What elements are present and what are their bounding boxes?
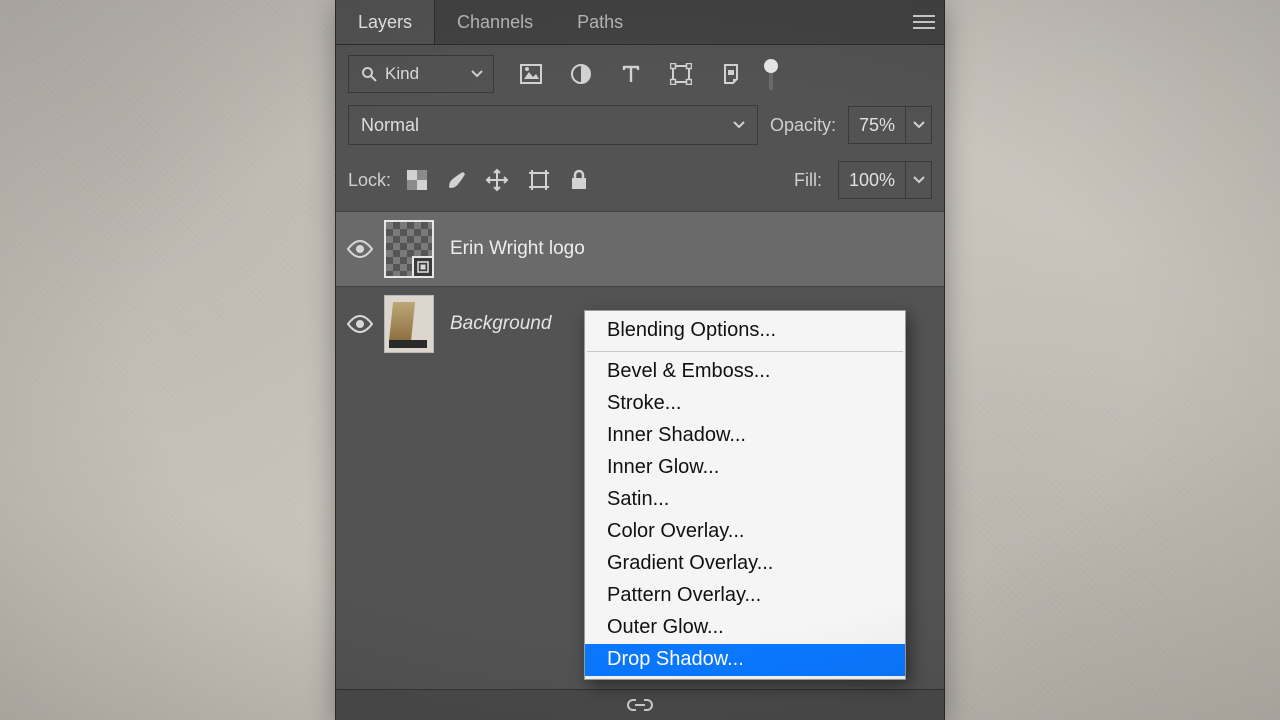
link-layers-icon[interactable] — [626, 697, 654, 713]
menu-item-inner-glow[interactable]: Inner Glow... — [585, 452, 905, 484]
layer-thumbnail[interactable] — [384, 220, 434, 278]
menu-item-satin[interactable]: Satin... — [585, 484, 905, 516]
menu-item-drop-shadow[interactable]: Drop Shadow... — [585, 644, 905, 676]
opacity-label: Opacity: — [770, 115, 836, 136]
filter-type-t-icon[interactable] — [618, 61, 644, 87]
filter-type-icons — [518, 61, 744, 87]
filter-toggle[interactable] — [762, 56, 780, 92]
lock-move-icon[interactable] — [485, 168, 509, 192]
filter-kind-label: Kind — [385, 64, 419, 84]
opacity-dropdown[interactable] — [906, 106, 932, 144]
menu-item-blending-options[interactable]: Blending Options... — [585, 315, 905, 347]
blend-opacity-row: Normal Opacity: 75% — [336, 101, 944, 153]
tab-layers[interactable]: Layers — [336, 0, 435, 44]
fill-dropdown[interactable] — [906, 161, 932, 199]
layer-row-erin-wright-logo[interactable]: Erin Wright logo — [336, 211, 944, 286]
menu-item-bevel-emboss[interactable]: Bevel & Emboss... — [585, 356, 905, 388]
filter-kind-select[interactable]: Kind — [348, 55, 494, 93]
filter-smart-icon[interactable] — [718, 61, 744, 87]
layer-filter-row: Kind — [336, 45, 944, 101]
menu-item-pattern-overlay[interactable]: Pattern Overlay... — [585, 580, 905, 612]
lock-icons — [407, 168, 589, 192]
search-icon — [361, 66, 377, 82]
fill-label: Fill: — [794, 170, 822, 191]
lock-transparency-icon[interactable] — [407, 170, 427, 190]
menu-item-stroke[interactable]: Stroke... — [585, 388, 905, 420]
menu-item-outer-glow[interactable]: Outer Glow... — [585, 612, 905, 644]
layer-style-context-menu[interactable]: Blending Options... Bevel & Emboss... St… — [584, 310, 906, 680]
blend-mode-value: Normal — [361, 115, 419, 136]
menu-separator — [587, 351, 903, 352]
lock-paint-icon[interactable] — [445, 169, 467, 191]
fill-field[interactable]: 100% — [838, 161, 906, 199]
panel-tab-bar: Layers Channels Paths — [336, 0, 944, 45]
panel-menu-icon[interactable] — [904, 0, 944, 44]
visibility-toggle[interactable] — [336, 240, 384, 258]
menu-item-gradient-overlay[interactable]: Gradient Overlay... — [585, 548, 905, 580]
chevron-down-icon — [471, 70, 483, 78]
lock-artboard-icon[interactable] — [527, 168, 551, 192]
visibility-toggle[interactable] — [336, 315, 384, 333]
tab-paths[interactable]: Paths — [555, 0, 645, 44]
tab-channels[interactable]: Channels — [435, 0, 555, 44]
filter-pixel-icon[interactable] — [518, 61, 544, 87]
opacity-field[interactable]: 75% — [848, 106, 906, 144]
lock-label: Lock: — [348, 170, 391, 191]
blend-mode-select[interactable]: Normal — [348, 105, 758, 145]
lock-fill-row: Lock: — [336, 153, 944, 209]
layer-thumbnail[interactable] — [384, 295, 434, 353]
menu-item-inner-shadow[interactable]: Inner Shadow... — [585, 420, 905, 452]
chevron-down-icon — [733, 121, 745, 129]
menu-item-color-overlay[interactable]: Color Overlay... — [585, 516, 905, 548]
layers-footer-bar — [336, 689, 944, 720]
smart-object-icon — [415, 259, 431, 275]
filter-shape-icon[interactable] — [668, 61, 694, 87]
lock-all-icon[interactable] — [569, 169, 589, 191]
filter-adjust-icon[interactable] — [568, 61, 594, 87]
layer-name-label[interactable]: Background — [450, 313, 551, 335]
layer-name-label[interactable]: Erin Wright logo — [450, 238, 585, 260]
